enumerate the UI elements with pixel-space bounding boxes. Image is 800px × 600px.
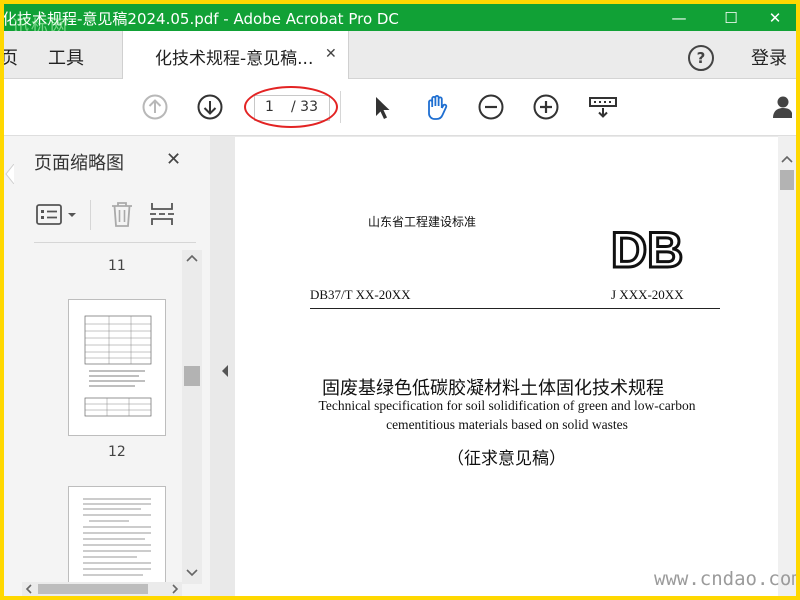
- tab-home[interactable]: 页: [4, 44, 18, 70]
- standard-code-left: DB37/T XX-20XX: [310, 287, 411, 302]
- thumb-page-12-preview: [84, 315, 152, 417]
- draft-label: （征求意见稿）: [447, 449, 566, 468]
- prev-page-icon[interactable]: [141, 93, 169, 121]
- highlight-oval: [244, 86, 338, 128]
- tab-document[interactable]: 化技术规程-意见稿... ✕: [122, 31, 349, 79]
- next-page-icon[interactable]: [196, 93, 224, 121]
- standard-code-right: J XXX-20XX: [611, 287, 684, 302]
- thumb-page-11-number: 11: [108, 258, 126, 274]
- header-rule: [310, 308, 720, 309]
- panel-close-button[interactable]: ✕: [166, 149, 181, 170]
- doc-scroll-handle[interactable]: [780, 170, 794, 190]
- db-logo-text: DB: [611, 225, 683, 273]
- thumb-page-13[interactable]: [68, 486, 166, 588]
- thumb-scroll-handle[interactable]: [184, 366, 200, 386]
- maximize-button[interactable]: ☐: [708, 4, 754, 31]
- help-icon[interactable]: ?: [688, 45, 714, 71]
- minimize-button[interactable]: —: [656, 4, 702, 31]
- toolbar-divider: [340, 91, 341, 123]
- scroll-down-icon[interactable]: [182, 566, 202, 580]
- collapse-panel-icon[interactable]: [220, 364, 230, 378]
- tab-tools[interactable]: 工具: [48, 44, 84, 70]
- app-window: 化技术规程-意见稿2024.05.pdf - Adobe Acrobat Pro…: [4, 4, 796, 596]
- scroll-up-icon[interactable]: [182, 251, 202, 265]
- thumb-hscrollbar[interactable]: [22, 582, 182, 596]
- footer-watermark: www.cndao.com: [654, 568, 796, 590]
- login-button[interactable]: 登录: [751, 44, 787, 70]
- db-logo: DB: [611, 225, 685, 273]
- scroll-left-icon[interactable]: [22, 582, 36, 596]
- doc-scroll-up-icon[interactable]: [778, 152, 796, 166]
- document-title-en-line1: Technical specification for soil solidif…: [318, 398, 696, 413]
- thumb-vscrollbar[interactable]: [182, 250, 202, 584]
- page-display-icon[interactable]: [588, 93, 620, 121]
- document-title-cn: 固废基绿色低碳胶凝材料土体固化技术规程: [322, 378, 664, 398]
- document-page: 山东省工程建设标准 DB DB37/T XX-20XX J XXX-20XX 固…: [235, 137, 779, 596]
- insert-page-icon[interactable]: [150, 200, 176, 228]
- panel-divider: [34, 242, 196, 243]
- panel-expand-tab-icon[interactable]: [4, 164, 14, 184]
- panel-title: 页面缩略图: [34, 153, 124, 174]
- tab-close-button[interactable]: ✕: [325, 46, 337, 62]
- tab-bar: 页 工具 化技术规程-意见稿... ✕ ? 登录: [4, 31, 796, 79]
- trash-icon[interactable]: [110, 200, 134, 228]
- thumb-hscroll-handle[interactable]: [38, 584, 148, 594]
- zoom-out-icon[interactable]: [477, 93, 505, 121]
- thumb-page-12-number: 12: [108, 444, 126, 460]
- thumb-page-13-preview: [83, 498, 151, 576]
- thumbnail-panel: 页面缩略图 ✕ 11 12: [4, 136, 211, 596]
- hand-tool-icon[interactable]: [423, 93, 451, 121]
- panel-toolbar-divider: [90, 200, 91, 230]
- tab-document-label: 化技术规程-意见稿...: [155, 49, 314, 69]
- select-arrow-icon[interactable]: [368, 93, 396, 121]
- document-vscrollbar[interactable]: [778, 136, 796, 596]
- options-icon[interactable]: [36, 204, 82, 226]
- close-window-button[interactable]: ✕: [752, 4, 796, 31]
- scroll-right-icon[interactable]: [168, 582, 182, 596]
- thumb-page-12[interactable]: [68, 299, 166, 436]
- user-icon[interactable]: [770, 93, 796, 121]
- title-bar: 化技术规程-意见稿2024.05.pdf - Adobe Acrobat Pro…: [4, 4, 796, 37]
- zoom-in-icon[interactable]: [532, 93, 560, 121]
- standard-org-label: 山东省工程建设标准: [368, 215, 477, 229]
- toolbar: 1 / 33: [4, 79, 796, 136]
- document-title-en-line2: cementitious materials based on solid wa…: [386, 417, 628, 432]
